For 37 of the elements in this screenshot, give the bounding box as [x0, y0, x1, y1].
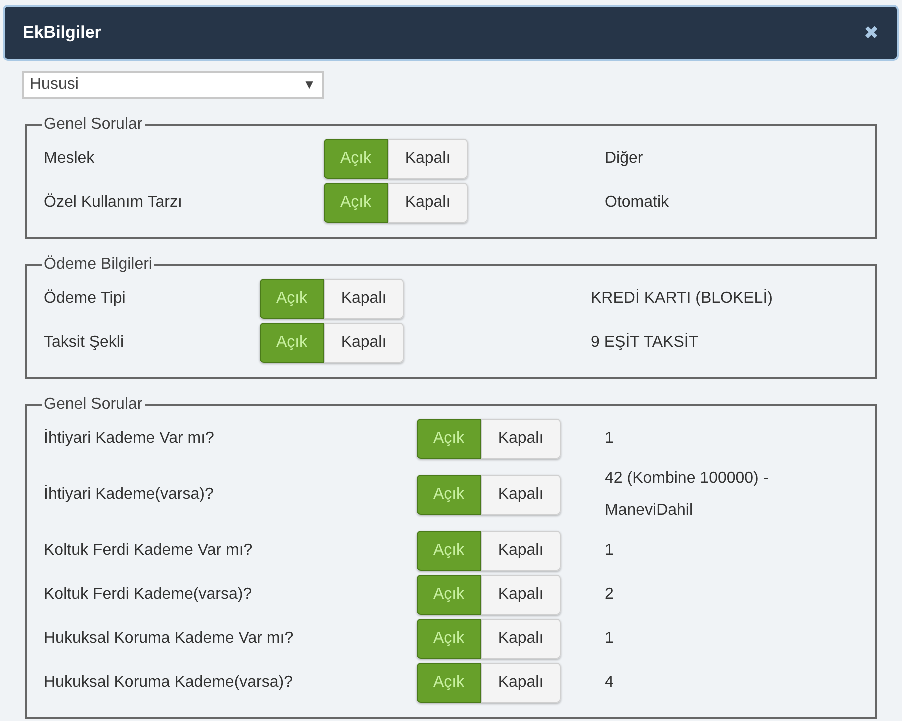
toggle-option[interactable]: Kapalı — [481, 475, 561, 515]
field-label: İhtiyari Kademe(varsa)? — [44, 484, 215, 505]
field-label: Hukuksal Koruma Kademe Var mı? — [44, 629, 295, 649]
field-value: 4 — [605, 674, 614, 691]
toggle-option[interactable]: Kapalı — [388, 183, 468, 223]
close-button[interactable]: ✖ — [864, 24, 879, 42]
section-legend: Genel Sorular — [42, 393, 145, 417]
toggle-option[interactable]: Kapalı — [324, 279, 404, 319]
toggle-option[interactable]: Kapalı — [481, 575, 561, 615]
toggle-option[interactable]: Kapalı — [481, 663, 561, 703]
field-label: Ödeme Tipi — [44, 288, 127, 309]
field-value: 1 — [605, 630, 614, 647]
field-value: KREDİ KARTI (BLOKELİ) — [591, 290, 773, 307]
section-legend: Genel Sorular — [42, 113, 145, 137]
type-dropdown[interactable]: Hususi ▼ — [22, 71, 324, 99]
field-label: Meslek — [44, 149, 96, 169]
caret-icon: ▼ — [303, 75, 316, 95]
field-label: Koltuk Ferdi Kademe(varsa)? — [44, 585, 254, 605]
section-legend: Ödeme Bilgileri — [42, 253, 154, 277]
field-value: 42 (Kombine 100000) - ManeviDahil — [605, 470, 769, 519]
toggle-option[interactable]: Kapalı — [481, 531, 561, 571]
field-label: Koltuk Ferdi Kademe Var mı? — [44, 541, 254, 561]
toggle-option[interactable]: Kapalı — [388, 139, 468, 179]
field-value: Otomatik — [605, 194, 670, 211]
field-label: Taksit Şekli — [44, 333, 126, 353]
field-value: 1 — [605, 430, 614, 447]
field-value: 9 EŞİT TAKSİT — [591, 334, 699, 351]
field-label: Özel Kullanım Tarzı — [44, 192, 184, 213]
field-value: 2 — [605, 586, 614, 603]
toggle-option[interactable]: Kapalı — [481, 619, 561, 659]
toggle-option[interactable]: Kapalı — [481, 419, 561, 459]
field-value: 1 — [605, 542, 614, 559]
field-label: Hukuksal Koruma Kademe(varsa)? — [44, 673, 294, 693]
field-value: Diğer — [605, 150, 644, 167]
dialog-title: EkBilgiler — [23, 22, 102, 44]
field-label: İhtiyari Kademe Var mı? — [44, 428, 216, 449]
toggle-option[interactable]: Kapalı — [324, 323, 404, 363]
